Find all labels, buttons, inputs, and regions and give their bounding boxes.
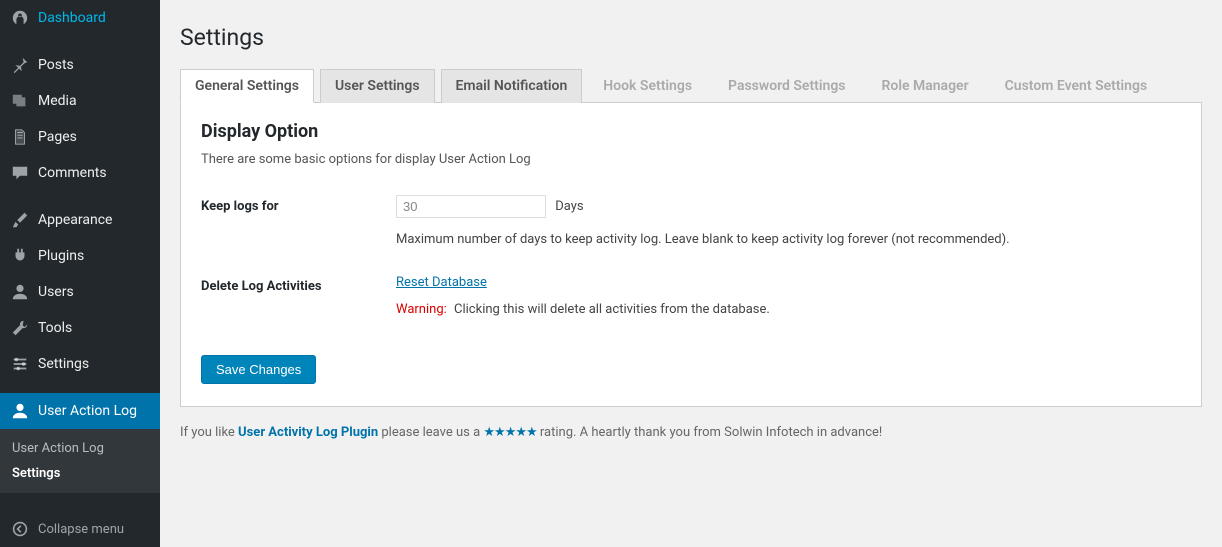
sidebar-label: Dashboard	[38, 10, 106, 26]
section-description: There are some basic options for display…	[201, 152, 1181, 167]
users-icon	[10, 282, 30, 302]
sidebar-item-settings[interactable]: Settings	[0, 346, 160, 382]
sidebar-item-media[interactable]: Media	[0, 83, 160, 119]
collapse-label: Collapse menu	[38, 522, 124, 537]
settings-tabs: General Settings User Settings Email Not…	[180, 69, 1202, 103]
sidebar-label: User Action Log	[38, 403, 137, 419]
keep-logs-help: Maximum number of days to keep activity …	[396, 232, 1181, 247]
warning-label: Warning:	[396, 302, 447, 317]
reset-database-link[interactable]: Reset Database	[396, 275, 487, 290]
sidebar-label: Appearance	[38, 212, 112, 228]
pages-icon	[10, 127, 30, 147]
footer-prefix: If you like	[180, 425, 238, 440]
sidebar-label: Pages	[38, 129, 77, 145]
tab-role-manager[interactable]: Role Manager	[867, 69, 984, 103]
sidebar-item-pages[interactable]: Pages	[0, 119, 160, 155]
sidebar-item-user-action-log[interactable]: User Action Log	[0, 393, 160, 429]
tab-hook-settings[interactable]: Hook Settings	[588, 69, 707, 103]
footer-stars-link[interactable]: ★★★★★	[483, 425, 536, 440]
brush-icon	[10, 210, 30, 230]
footer-suffix: rating. A heartly thank you from Solwin …	[537, 425, 883, 440]
sidebar-label: Settings	[38, 356, 89, 372]
media-icon	[10, 91, 30, 111]
sidebar-item-appearance[interactable]: Appearance	[0, 202, 160, 238]
sidebar-item-users[interactable]: Users	[0, 274, 160, 310]
collapse-menu-button[interactable]: Collapse menu	[0, 511, 160, 547]
keep-logs-row: Keep logs for Days Maximum number of day…	[201, 195, 1181, 247]
keep-logs-label: Keep logs for	[201, 195, 396, 214]
submenu-item-user-action-log[interactable]: User Action Log	[0, 436, 160, 461]
tab-user-settings[interactable]: User Settings	[320, 69, 435, 103]
plug-icon	[10, 246, 30, 266]
main-content: Settings General Settings User Settings …	[160, 0, 1222, 547]
page-title: Settings	[180, 24, 1202, 51]
sidebar-label: Users	[38, 284, 74, 300]
sidebar-label: Tools	[38, 320, 72, 336]
keep-logs-unit: Days	[555, 199, 583, 214]
sidebar-label: Media	[38, 93, 77, 109]
sidebar-submenu: User Action Log Settings	[0, 429, 160, 493]
tab-general-settings[interactable]: General Settings	[180, 69, 314, 103]
warning-text: Clicking this will delete all activities…	[454, 302, 770, 317]
sidebar-item-tools[interactable]: Tools	[0, 310, 160, 346]
footer-plugin-link[interactable]: User Activity Log Plugin	[238, 425, 378, 440]
sidebar-label: Plugins	[38, 248, 84, 264]
sidebar-item-posts[interactable]: Posts	[0, 47, 160, 83]
user-icon	[10, 401, 30, 421]
save-changes-button[interactable]: Save Changes	[201, 355, 316, 384]
collapse-icon	[10, 519, 30, 539]
sidebar-item-dashboard[interactable]: Dashboard	[0, 0, 160, 36]
delete-log-row: Delete Log Activities Reset Database War…	[201, 275, 1181, 317]
wrench-icon	[10, 318, 30, 338]
section-title: Display Option	[201, 121, 1181, 142]
sidebar-label: Comments	[38, 165, 107, 181]
tab-custom-event-settings[interactable]: Custom Event Settings	[990, 69, 1163, 103]
tab-password-settings[interactable]: Password Settings	[713, 69, 860, 103]
footer-mid: please leave us a	[378, 425, 483, 440]
tab-email-notification[interactable]: Email Notification	[441, 69, 583, 103]
sidebar-item-plugins[interactable]: Plugins	[0, 238, 160, 274]
keep-logs-input[interactable]	[396, 195, 546, 218]
admin-sidebar: Dashboard Posts Media Pages Comments App…	[0, 0, 160, 547]
delete-log-label: Delete Log Activities	[201, 275, 396, 294]
footer-note: If you like User Activity Log Plugin ple…	[180, 425, 1202, 440]
submenu-item-settings[interactable]: Settings	[0, 461, 160, 486]
pin-icon	[10, 55, 30, 75]
sidebar-label: Posts	[38, 57, 74, 73]
sliders-icon	[10, 354, 30, 374]
sidebar-item-comments[interactable]: Comments	[0, 155, 160, 191]
comments-icon	[10, 163, 30, 183]
settings-panel: Display Option There are some basic opti…	[180, 103, 1202, 407]
dashboard-icon	[10, 8, 30, 28]
